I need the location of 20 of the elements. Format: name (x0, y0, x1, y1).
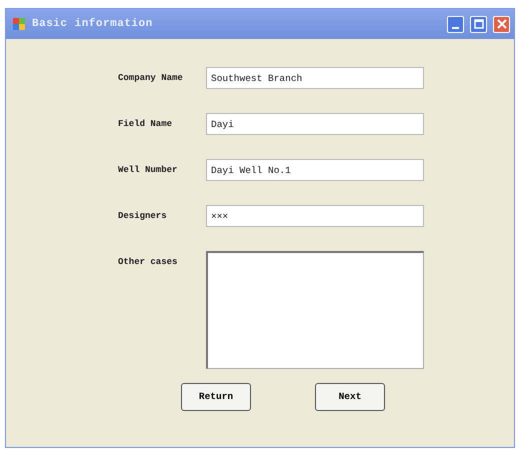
field-label: Company Name (118, 72, 184, 85)
text-field[interactable]: Dayi (206, 113, 424, 135)
close-icon (496, 19, 506, 29)
dialog-button[interactable]: Return (181, 383, 251, 411)
text-field[interactable]: ××× (206, 205, 424, 227)
minimize-button[interactable] (447, 16, 464, 32)
minimize-icon (452, 26, 459, 28)
field-label: Other cases (118, 256, 178, 269)
dialog-button[interactable]: Next (315, 383, 385, 411)
field-label: Field Name (118, 118, 174, 131)
app-icon (12, 17, 26, 31)
maximize-button[interactable] (470, 16, 487, 32)
text-field[interactable]: Southwest Branch (206, 67, 424, 89)
field-label: Designers (118, 210, 168, 223)
text-area[interactable] (206, 251, 424, 369)
maximize-icon (474, 19, 484, 29)
close-button[interactable] (493, 16, 510, 32)
text-field[interactable]: Dayi Well No.1 (206, 159, 424, 181)
field-label: Well Number (118, 164, 178, 177)
window-title: Basic information (32, 16, 154, 32)
